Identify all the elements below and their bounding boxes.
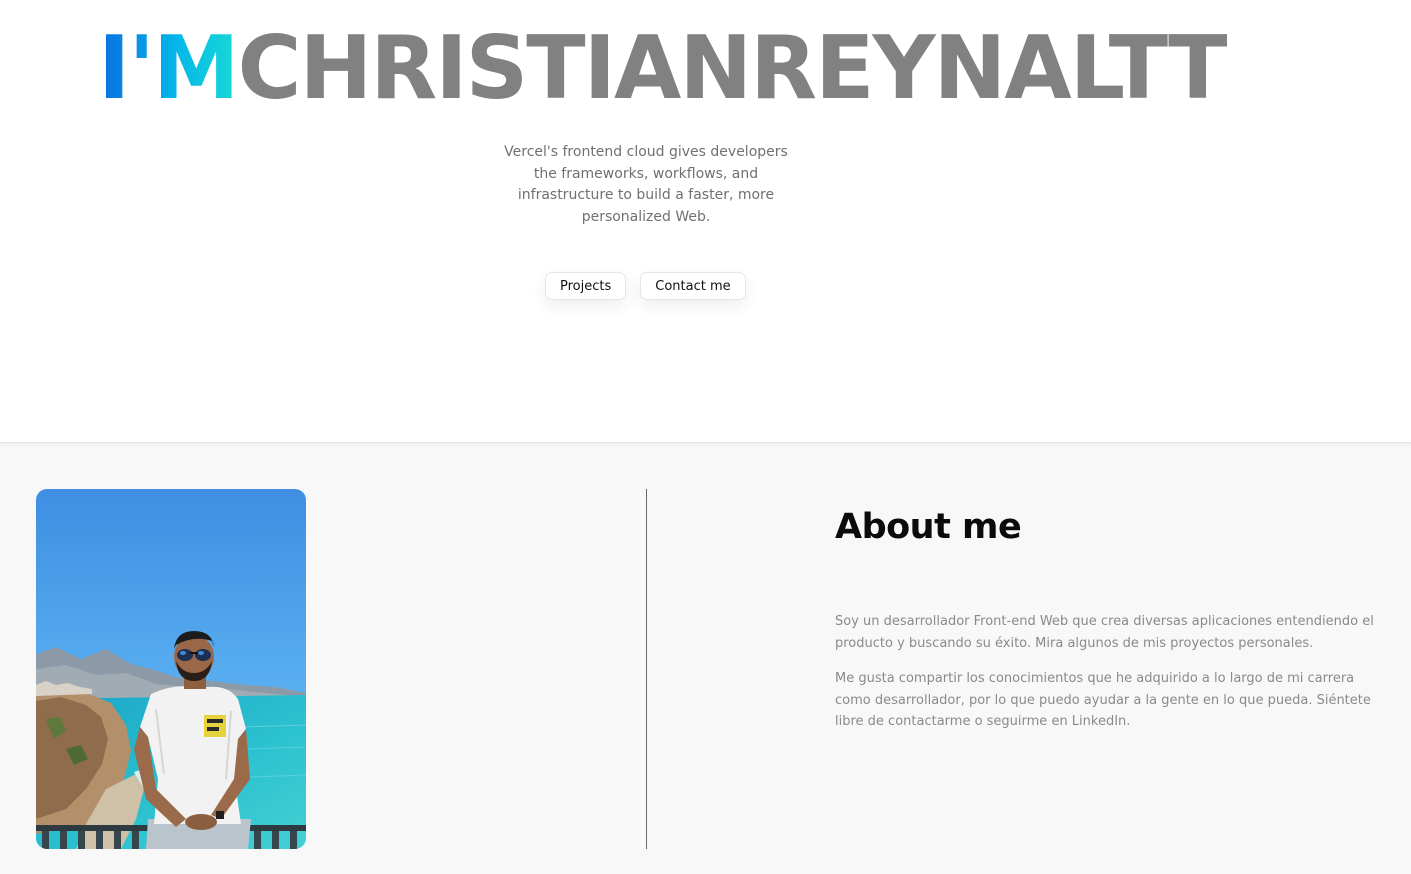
- about-paragraph: Me gusta compartir los conocimientos que…: [835, 671, 1371, 730]
- hero-title-name: CHRISTIANREYNALTT: [237, 17, 1228, 119]
- about-text: Soy un desarrollador Front-end Web que c…: [835, 611, 1391, 747]
- contact-me-button[interactable]: Contact me: [640, 272, 746, 300]
- hero-section: I'MCHRISTIANREYNALTT Vercel's frontend c…: [0, 0, 1411, 442]
- projects-button[interactable]: Projects: [545, 272, 627, 300]
- hero-title-prefix: I'M: [98, 17, 240, 119]
- hero-buttons: Projects Contact me: [545, 272, 746, 300]
- profile-photo: [36, 489, 306, 849]
- about-section: About me Soy un desarrollador Front-end …: [0, 442, 1411, 874]
- hero-description: Vercel's frontend cloud gives developers…: [504, 144, 788, 225]
- about-title: About me: [835, 507, 1022, 547]
- about-paragraph: Soy un desarrollador Front-end Web que c…: [835, 614, 1374, 651]
- hero-title: I'MCHRISTIANREYNALTT: [98, 17, 1228, 119]
- section-divider: [646, 489, 647, 849]
